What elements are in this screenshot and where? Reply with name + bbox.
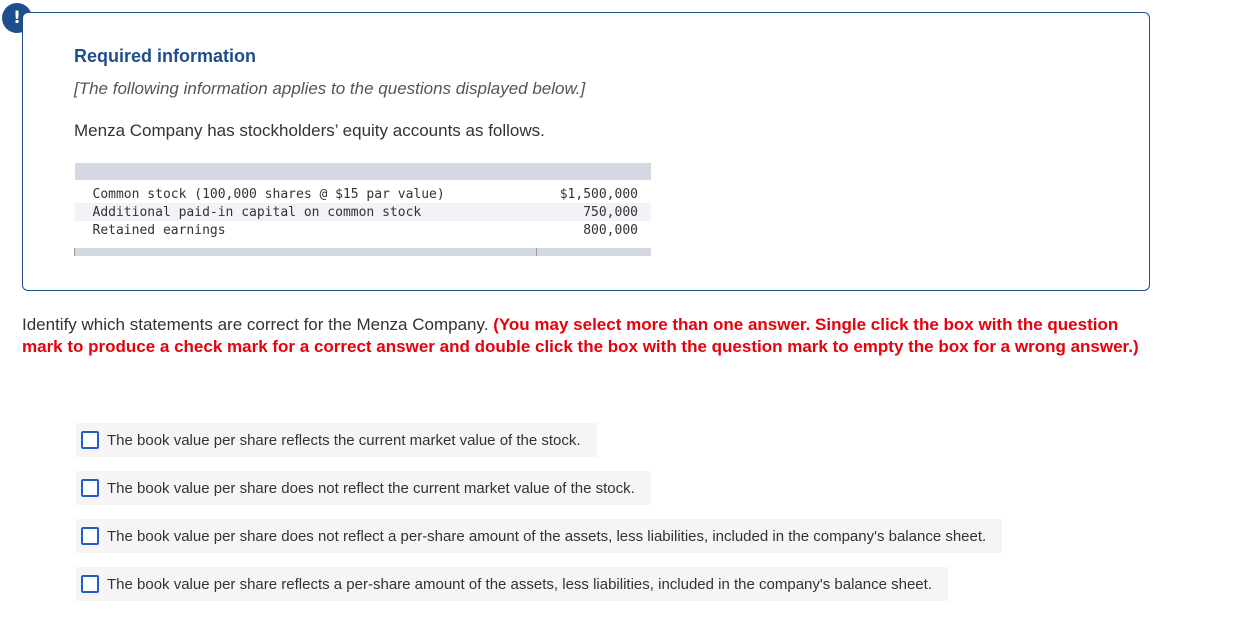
panel-description: Menza Company has stockholders’ equity a…: [74, 121, 545, 140]
equity-accounts-table: Common stock (100,000 shares @ $15 par v…: [73, 163, 652, 256]
account-label: Common stock (100,000 shares @ $15 par v…: [92, 186, 445, 202]
account-amount: 800,000: [583, 222, 638, 238]
answer-option[interactable]: The book value per share reflects a per-…: [76, 567, 948, 601]
checkbox-icon[interactable]: [81, 431, 99, 449]
table-footer-band: [73, 248, 651, 256]
question-prompt: Identify which statements are correct fo…: [22, 315, 489, 334]
answer-option[interactable]: The book value per share reflects the cu…: [76, 423, 597, 457]
account-amount: $1,500,000: [559, 186, 638, 202]
table-row: Common stock (100,000 shares @ $15 par v…: [75, 185, 652, 203]
checkbox-icon[interactable]: [81, 527, 99, 545]
table-header-band: [74, 163, 651, 180]
panel-title: Required information: [74, 46, 257, 66]
table-row: Additional paid-in capital on common sto…: [74, 203, 651, 221]
table-row: Retained earnings 800,000: [75, 221, 652, 239]
option-text: The book value per share reflects the cu…: [107, 431, 581, 449]
option-text: The book value per share reflects a per-…: [107, 575, 932, 593]
account-label: Retained earnings: [92, 222, 226, 238]
answer-option[interactable]: The book value per share does not reflec…: [76, 471, 651, 505]
answer-option[interactable]: The book value per share does not reflec…: [76, 519, 1003, 553]
panel-note: [The following information applies to th…: [74, 79, 586, 98]
option-text: The book value per share does not reflec…: [107, 479, 635, 497]
account-label: Additional paid-in capital on common sto…: [74, 203, 537, 221]
question-instructions: Identify which statements are correct fo…: [22, 314, 1162, 358]
account-amount: 750,000: [536, 203, 651, 221]
required-information-panel: Required information [The following info…: [22, 12, 1150, 291]
checkbox-icon[interactable]: [81, 575, 99, 593]
option-text: The book value per share does not reflec…: [107, 527, 987, 545]
checkbox-icon[interactable]: [81, 479, 99, 497]
